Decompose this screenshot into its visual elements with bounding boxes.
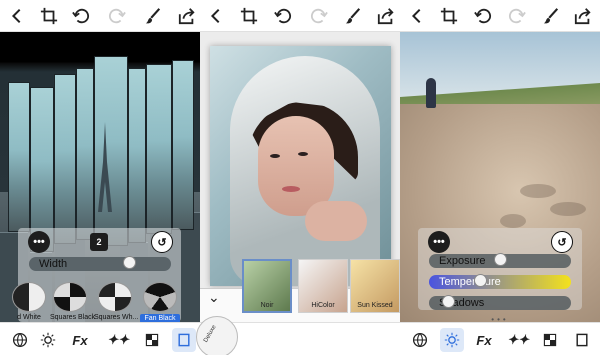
brush-icon[interactable] [340, 3, 366, 29]
hand [305, 201, 367, 241]
exposure-slider-knob[interactable] [494, 253, 507, 266]
editor-panel-frames: ••• 2 ↺ Width d White Squares Black Squa… [0, 32, 200, 322]
crop-icon[interactable] [436, 3, 462, 29]
crop-icon[interactable] [236, 3, 262, 29]
preset-thumb [143, 282, 177, 312]
preset-thumb [53, 282, 87, 312]
filter-intensity-dial[interactable]: Deluxe [196, 316, 238, 355]
filter-strip: ⌄ Noir HiColor Sun Kissed [200, 259, 400, 322]
sun-icon[interactable] [440, 328, 464, 352]
reset-icon[interactable]: ↺ [551, 231, 573, 253]
temperature-slider-knob[interactable] [474, 274, 487, 287]
brush-icon[interactable] [538, 3, 564, 29]
frame-icon[interactable] [172, 328, 196, 352]
sparkles-icon[interactable]: ✦✦ [106, 328, 130, 352]
preset-item[interactable]: d White [12, 282, 46, 322]
undo-icon[interactable] [470, 3, 496, 29]
shadows-slider-knob[interactable] [442, 295, 455, 308]
back-icon[interactable] [203, 3, 229, 29]
frame-strip [8, 82, 30, 232]
width-slider-knob[interactable] [123, 256, 136, 269]
preset-thumb [98, 282, 132, 312]
more-options-button[interactable]: ••• [28, 231, 50, 253]
preset-thumb [12, 282, 46, 312]
fx-icon[interactable]: Fx [472, 328, 496, 352]
temperature-slider[interactable]: Temperature [429, 274, 571, 289]
frame-strip [128, 68, 146, 243]
redo-icon[interactable] [504, 3, 530, 29]
top-toolbar [0, 0, 600, 32]
redo-icon[interactable] [104, 3, 130, 29]
share-icon[interactable] [174, 3, 200, 29]
layout-badge[interactable]: 2 [90, 233, 108, 251]
frame-strip [76, 68, 94, 240]
bottom-toolbar: Fx ✦✦ Fx ✦✦ [0, 322, 600, 355]
preset-item[interactable]: Squares Black [50, 282, 96, 322]
person [426, 78, 436, 108]
filter-label: HiColor [311, 302, 335, 309]
preset-label: Squares Black [50, 314, 96, 321]
frame-strip [54, 74, 76, 244]
page-indicator: ••• [491, 315, 509, 322]
reset-icon[interactable]: ↺ [151, 231, 173, 253]
photo-canvas [210, 46, 391, 286]
lips [282, 186, 300, 192]
editor-panel-filters: ⌄ Noir HiColor Sun Kissed [200, 32, 400, 322]
redo-icon[interactable] [306, 3, 332, 29]
frame-icon[interactable] [570, 328, 594, 352]
filter-label: Noir [260, 302, 274, 309]
fx-icon[interactable]: Fx [68, 328, 92, 352]
globe-icon[interactable] [8, 328, 32, 352]
checker-icon[interactable] [140, 328, 164, 352]
share-icon[interactable] [570, 3, 596, 29]
undo-icon[interactable] [270, 3, 296, 29]
frame-strip [146, 64, 172, 234]
width-slider-label: Width [39, 258, 68, 270]
preset-item-selected[interactable]: Fan Black [140, 282, 180, 322]
exposure-label: Exposure [439, 255, 486, 267]
undo-icon[interactable] [68, 3, 94, 29]
preset-item[interactable]: Squares Wh... [94, 282, 139, 322]
preset-label: d White [17, 314, 41, 321]
checker-icon[interactable] [538, 328, 562, 352]
layout-badge-count: 2 [96, 237, 102, 247]
eiffel-tower [98, 122, 112, 212]
temperature-label: Temperature [439, 276, 501, 288]
preset-label: Fan Black [140, 314, 180, 322]
sun-icon[interactable] [36, 328, 60, 352]
preset-label: Squares Wh... [94, 314, 139, 321]
globe-icon[interactable] [408, 328, 432, 352]
dial-label: Deluxe [203, 324, 218, 344]
exposure-slider[interactable]: Exposure [429, 253, 571, 268]
back-icon[interactable] [4, 3, 30, 29]
crop-icon[interactable] [36, 3, 62, 29]
brush-icon[interactable] [140, 3, 166, 29]
frame-strip [172, 60, 194, 230]
more-options-button[interactable]: ••• [428, 231, 450, 253]
width-slider[interactable]: Width [29, 256, 171, 271]
share-icon[interactable] [373, 3, 399, 29]
sparkles-icon[interactable]: ✦✦ [506, 328, 530, 352]
chevron-down-icon[interactable]: ⌄ [208, 289, 220, 306]
editor-panel-adjust: ••• ↺ Exposure Temperature Shadows ••• [400, 32, 600, 322]
shadows-slider[interactable]: Shadows [429, 295, 571, 310]
back-icon[interactable] [404, 3, 430, 29]
filter-label: Sun Kissed [357, 302, 393, 309]
